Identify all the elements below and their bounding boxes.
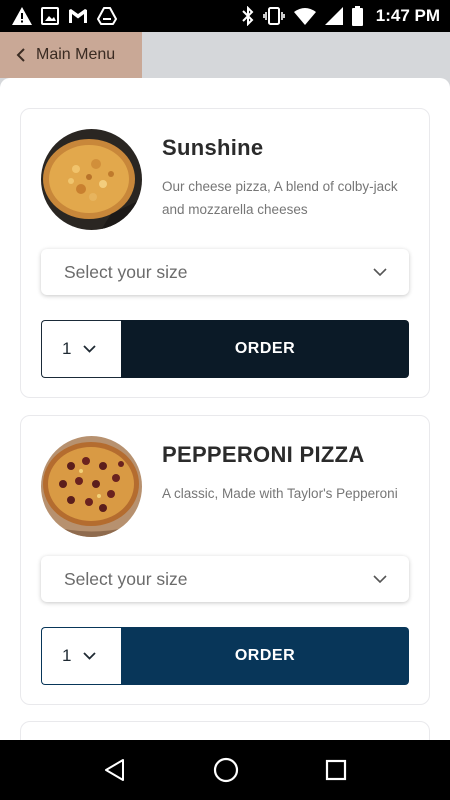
system-nav-bar (0, 740, 450, 800)
status-bar: 1:47 PM (0, 0, 450, 32)
recents-nav-icon[interactable] (325, 759, 347, 781)
wifi-icon (293, 8, 316, 25)
home-nav-icon[interactable] (213, 757, 239, 783)
gmail-icon (69, 9, 87, 23)
order-button[interactable]: ORDER (121, 320, 409, 378)
pepperoni-pizza-image (41, 436, 142, 537)
size-select[interactable]: Select your size (41, 249, 409, 295)
menu-list[interactable]: Sunshine Our cheese pizza, A blend of co… (0, 78, 450, 740)
size-select[interactable]: Select your size (41, 556, 409, 602)
bluetooth-icon (242, 6, 254, 26)
signal-icon (324, 7, 343, 25)
quantity-value: 1 (62, 646, 72, 665)
status-right-icons: 1:47 PM (242, 6, 440, 26)
warning-icon (12, 7, 32, 25)
status-left-icons (12, 7, 117, 25)
back-button-label: Main Menu (36, 46, 116, 63)
order-row: 1 ORDER (41, 320, 409, 378)
menu-item-card: PEPPERONI PIZZA A classic, Made with Tay… (20, 415, 430, 705)
item-description: Our cheese pizza, A blend of colby-jack … (162, 179, 398, 217)
size-select-placeholder: Select your size (64, 568, 188, 589)
chevron-down-icon (83, 652, 97, 660)
quantity-select[interactable]: 1 (41, 320, 121, 378)
item-title: Sunshine (162, 135, 264, 160)
order-button[interactable]: ORDER (121, 627, 409, 685)
status-time: 1:47 PM (375, 6, 440, 25)
order-row: 1 ORDER (41, 627, 409, 685)
quantity-select[interactable]: 1 (41, 627, 121, 685)
drive-icon (97, 7, 117, 25)
quantity-value: 1 (62, 339, 72, 358)
cheese-pizza-image (41, 129, 142, 230)
item-description: A classic, Made with Taylor's Pepperoni (162, 486, 398, 501)
item-title: PEPPERONI PIZZA (162, 442, 365, 467)
vibrate-icon (262, 7, 285, 25)
image-icon (41, 7, 59, 25)
chevron-down-icon (373, 575, 387, 583)
chevron-down-icon (373, 268, 387, 276)
main-menu-back-button[interactable]: Main Menu (0, 32, 142, 78)
battery-icon (351, 6, 363, 26)
menu-item-card: Sunshine Our cheese pizza, A blend of co… (20, 108, 430, 398)
back-nav-icon[interactable] (103, 758, 127, 782)
chevron-left-icon (16, 48, 25, 62)
menu-item-card (20, 721, 430, 740)
size-select-placeholder: Select your size (64, 261, 188, 282)
chevron-down-icon (83, 345, 97, 353)
